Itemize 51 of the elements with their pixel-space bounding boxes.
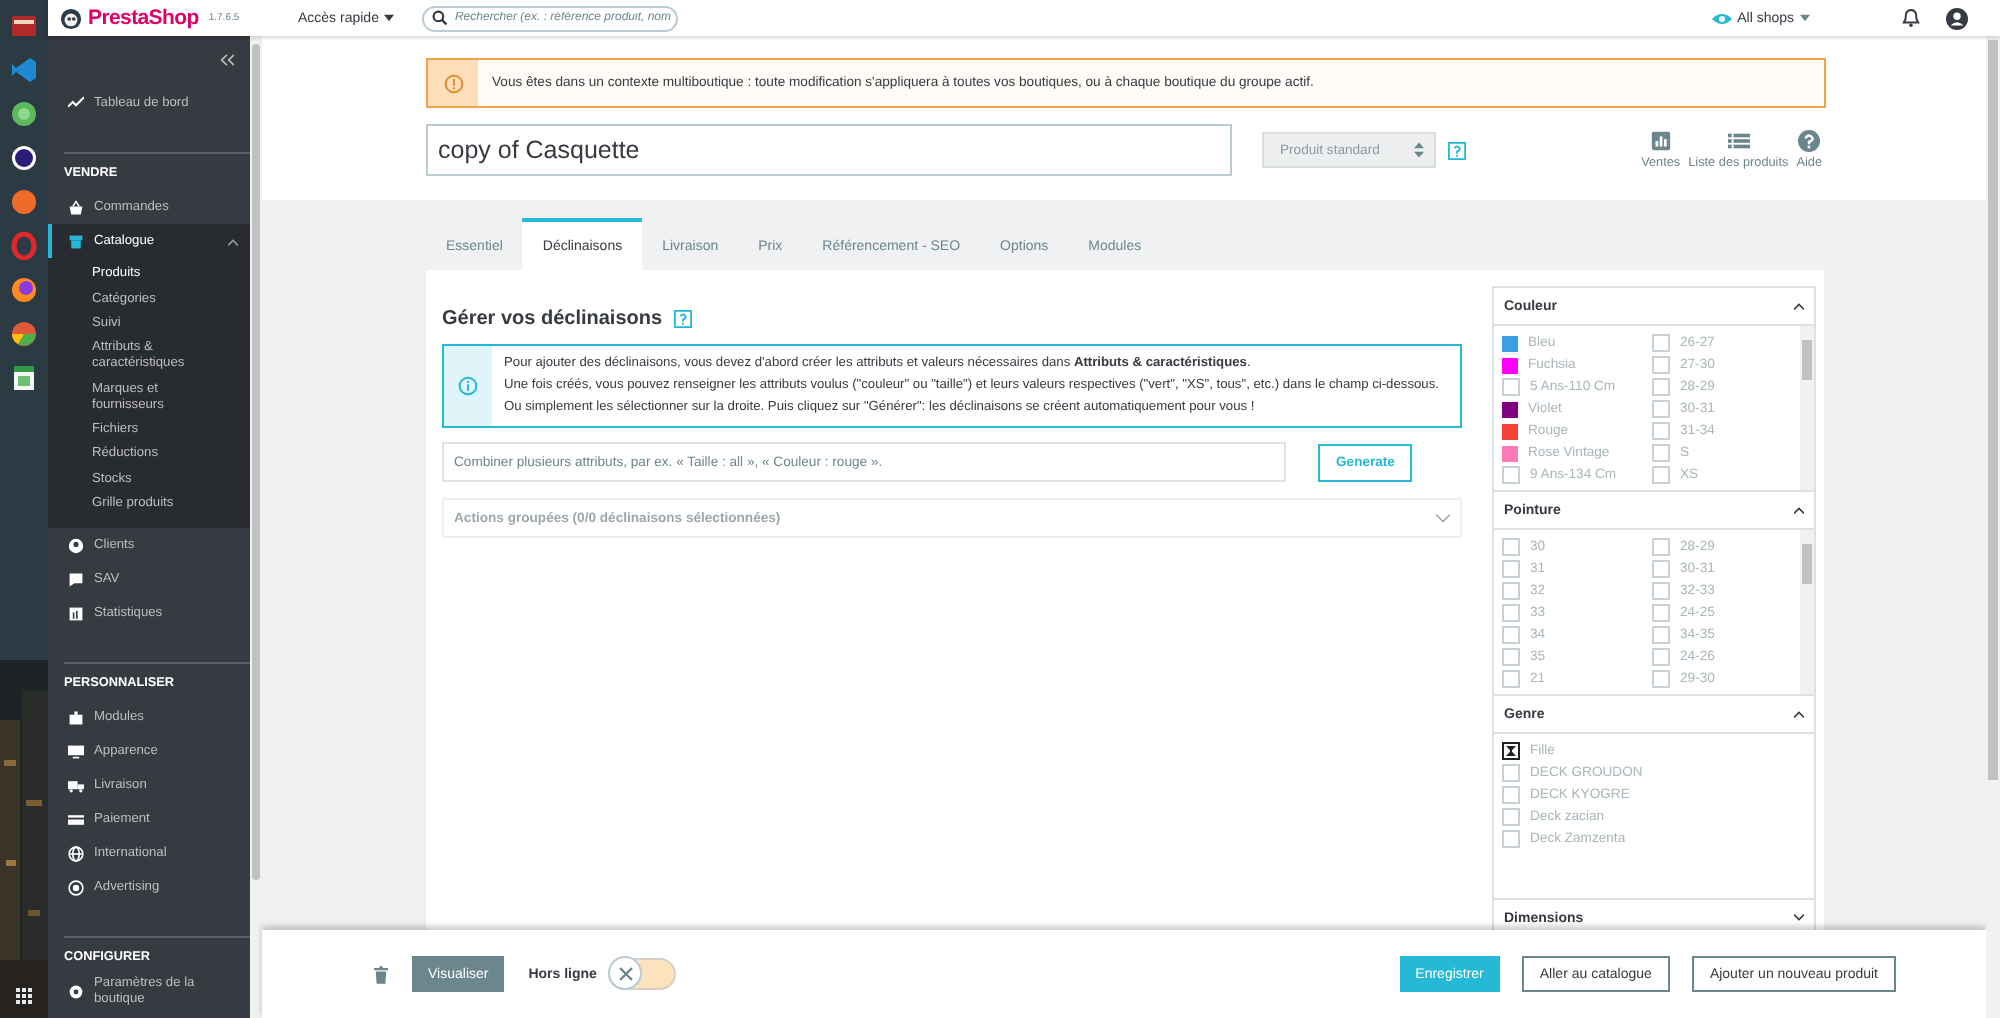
caret-icon — [1800, 14, 1810, 22]
offline-toggle[interactable] — [608, 958, 677, 990]
code-editor-icon[interactable] — [10, 56, 38, 84]
target-icon — [68, 879, 84, 896]
color-swatch[interactable] — [1502, 401, 1518, 417]
color-swatch[interactable] — [1502, 423, 1518, 439]
warning-icon — [443, 73, 463, 93]
chevron-icon — [1436, 513, 1450, 524]
sort-arrows-icon — [1414, 142, 1424, 158]
color-swatch[interactable] — [1502, 335, 1518, 351]
pie-circle-icon[interactable] — [10, 320, 38, 348]
card-icon — [68, 811, 84, 828]
help-icon[interactable] — [674, 310, 693, 328]
compass-icon[interactable] — [10, 188, 38, 216]
search-icon — [432, 10, 449, 26]
store-icon — [68, 233, 84, 249]
info-icon — [458, 376, 478, 397]
section-title: Gérer vos déclinaisons — [442, 308, 663, 330]
color-swatch[interactable] — [1502, 445, 1518, 461]
spreadsheet-icon[interactable] — [10, 364, 38, 392]
circle-app-icon[interactable] — [10, 100, 38, 128]
bar-chart-icon — [1649, 130, 1672, 152]
trend-icon — [68, 94, 84, 110]
globe-icon — [68, 845, 84, 862]
delete-icon[interactable] — [374, 965, 388, 983]
scrollbar[interactable] — [1800, 326, 1814, 490]
list-icon — [1727, 130, 1750, 152]
user-icon[interactable] — [1946, 7, 1968, 29]
notification-bell-icon[interactable] — [1902, 8, 1920, 28]
scrollbar[interactable] — [1800, 530, 1814, 694]
puzzle-icon — [68, 709, 84, 726]
caret-icon — [384, 14, 395, 22]
logo-text[interactable]: PrestaShop — [88, 6, 199, 30]
ring-icon[interactable] — [10, 232, 38, 260]
chat-icon — [68, 571, 84, 588]
user-icon — [68, 537, 84, 554]
color-swatch[interactable] — [1502, 357, 1518, 373]
chart-icon — [68, 605, 84, 622]
checkbox[interactable] — [1502, 742, 1520, 760]
eye-icon — [1711, 11, 1732, 25]
terminal-icon[interactable] — [10, 12, 38, 40]
basket-icon — [68, 199, 84, 215]
monitor-icon — [68, 743, 84, 760]
truck-icon — [68, 777, 84, 794]
app-grid-icon[interactable] — [16, 988, 32, 1004]
help-icon — [1798, 130, 1821, 152]
logo-icon — [60, 7, 82, 29]
product-name-field[interactable]: copy of Casquette — [426, 124, 1232, 176]
collapse-icon[interactable] — [220, 54, 234, 66]
help-icon[interactable] — [1448, 141, 1466, 159]
cross-icon — [617, 965, 634, 981]
